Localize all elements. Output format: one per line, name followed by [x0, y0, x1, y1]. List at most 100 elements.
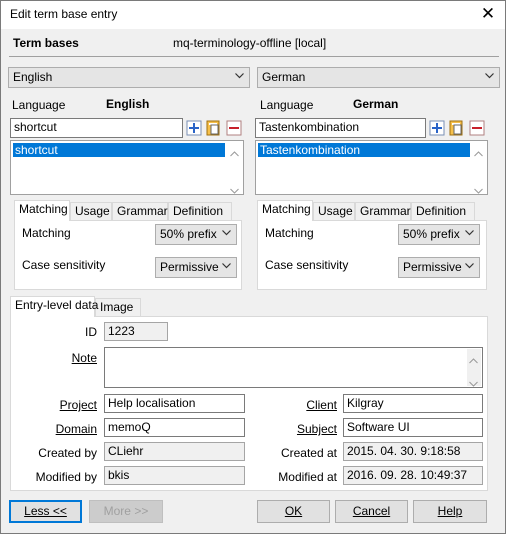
- remove-term-icon[interactable]: [469, 120, 485, 136]
- left-case-select[interactable]: Permissive: [155, 257, 237, 278]
- created-by-field: CLiehr: [104, 442, 245, 461]
- right-case-label: Case sensitivity: [265, 258, 349, 272]
- right-language-label: Language: [260, 98, 314, 112]
- right-term-input[interactable]: Tastenkombination: [255, 118, 426, 138]
- chevron-down-icon: [465, 263, 474, 271]
- tab-usage[interactable]: Usage: [70, 202, 112, 220]
- tab-grammar[interactable]: Grammar: [355, 202, 411, 220]
- left-matching-panel: Matching 50% prefix Case sensitivity Per…: [14, 220, 242, 290]
- project-field[interactable]: Help localisation: [104, 394, 245, 413]
- add-term-icon[interactable]: [429, 120, 445, 136]
- left-matching-select[interactable]: 50% prefix: [155, 224, 237, 245]
- project-label: Project: [59, 398, 97, 412]
- left-matching-label: Matching: [22, 226, 71, 240]
- left-language-value: English: [106, 97, 150, 111]
- tab-entry-level-data[interactable]: Entry-level data: [10, 296, 98, 317]
- tab-definition[interactable]: Definition: [168, 202, 232, 220]
- list-item[interactable]: Tastenkombination: [258, 143, 470, 157]
- scroll-down-icon[interactable]: [474, 183, 483, 194]
- right-language-select-value: German: [262, 70, 306, 84]
- title-bar: Edit term base entry ✕: [1, 1, 505, 29]
- chevron-down-icon: [222, 230, 231, 238]
- created-at-field: 2015. 04. 30. 9:18:58: [343, 442, 483, 461]
- note-label: Note: [71, 351, 97, 365]
- entry-level-data-panel: ID 1223 Note Project Help localisation C…: [10, 316, 488, 491]
- left-term-list[interactable]: shortcut: [10, 140, 244, 195]
- subject-field[interactable]: Software UI: [343, 418, 483, 437]
- id-value: 1223: [108, 324, 135, 338]
- right-term-tabs: Matching Usage Grammar Definition: [257, 200, 487, 221]
- cancel-button[interactable]: Cancel: [335, 500, 408, 523]
- note-field[interactable]: [104, 347, 483, 388]
- domain-value: memoQ: [108, 420, 151, 434]
- modified-by-field: bkis: [104, 466, 245, 485]
- right-matching-panel: Matching 50% prefix Case sensitivity Per…: [257, 220, 487, 290]
- left-case-select-value: Permissive: [160, 260, 219, 274]
- right-matching-select[interactable]: 50% prefix: [398, 224, 480, 245]
- domain-field[interactable]: memoQ: [104, 418, 245, 437]
- divider: [9, 56, 499, 57]
- subject-value: Software UI: [347, 420, 410, 434]
- modified-at-value: 2016. 09. 28. 10:49:37: [347, 468, 468, 482]
- more-button[interactable]: More >>: [89, 500, 163, 523]
- close-icon[interactable]: ✕: [479, 5, 497, 23]
- left-language-select[interactable]: English: [8, 67, 250, 88]
- chevron-down-icon: [465, 230, 474, 238]
- id-field: 1223: [104, 322, 168, 341]
- edit-term-icon[interactable]: [449, 120, 465, 136]
- scroll-up-icon[interactable]: [469, 353, 478, 364]
- ok-button[interactable]: OK: [257, 500, 330, 523]
- tab-image[interactable]: Image: [95, 298, 141, 316]
- modified-by-value: bkis: [108, 468, 130, 482]
- tab-matching[interactable]: Matching: [257, 200, 313, 221]
- client-value: Kilgray: [347, 396, 384, 410]
- created-by-value: CLiehr: [108, 444, 144, 458]
- less-button[interactable]: Less <<: [9, 500, 82, 523]
- created-at-value: 2015. 04. 30. 9:18:58: [347, 444, 461, 458]
- client-label: Client: [306, 398, 337, 412]
- remove-term-icon[interactable]: [226, 120, 242, 136]
- chevron-down-icon: [222, 263, 231, 271]
- left-term-tabs: Matching Usage Grammar Definition: [14, 200, 244, 221]
- term-bases-label: Term bases: [13, 36, 79, 50]
- right-matching-label: Matching: [265, 226, 314, 240]
- scrollbar[interactable]: [467, 349, 481, 387]
- left-term-input-value: shortcut: [14, 120, 57, 134]
- tab-grammar[interactable]: Grammar: [112, 202, 168, 220]
- help-button[interactable]: Help: [413, 500, 487, 523]
- list-item[interactable]: shortcut: [13, 143, 225, 157]
- left-language-label: Language: [12, 98, 66, 112]
- right-language-select[interactable]: German: [257, 67, 500, 88]
- scroll-up-icon[interactable]: [474, 146, 483, 157]
- scroll-down-icon[interactable]: [230, 183, 239, 194]
- right-language-value: German: [353, 97, 399, 111]
- tab-definition[interactable]: Definition: [411, 202, 475, 220]
- left-case-label: Case sensitivity: [22, 258, 106, 272]
- right-case-select-value: Permissive: [403, 260, 462, 274]
- scrollbar[interactable]: [227, 142, 242, 194]
- right-term-list[interactable]: Tastenkombination: [255, 140, 488, 195]
- add-term-icon[interactable]: [186, 120, 202, 136]
- scrollbar[interactable]: [471, 142, 486, 194]
- right-case-select[interactable]: Permissive: [398, 257, 480, 278]
- id-label: ID: [85, 325, 97, 339]
- scroll-down-icon[interactable]: [469, 376, 478, 387]
- scroll-up-icon[interactable]: [230, 146, 239, 157]
- subject-label: Subject: [296, 422, 337, 436]
- modified-at-label: Modified at: [278, 470, 337, 484]
- created-by-label: Created by: [38, 446, 97, 460]
- left-term-input[interactable]: shortcut: [10, 118, 183, 138]
- edit-term-icon[interactable]: [206, 120, 222, 136]
- domain-label: Domain: [55, 422, 97, 436]
- created-at-label: Created at: [280, 446, 337, 460]
- term-bases-value: mq-terminology-offline [local]: [173, 36, 327, 50]
- client-field[interactable]: Kilgray: [343, 394, 483, 413]
- edit-term-base-entry-dialog: Edit term base entry ✕ Term bases mq-ter…: [0, 0, 506, 534]
- modified-by-label: Modified by: [35, 470, 97, 484]
- project-value: Help localisation: [108, 396, 196, 410]
- modified-at-field: 2016. 09. 28. 10:49:37: [343, 466, 483, 485]
- entry-tabs: Entry-level data Image: [10, 296, 210, 317]
- tab-matching[interactable]: Matching: [14, 200, 70, 221]
- tab-usage[interactable]: Usage: [313, 202, 355, 220]
- window-title: Edit term base entry: [10, 7, 118, 21]
